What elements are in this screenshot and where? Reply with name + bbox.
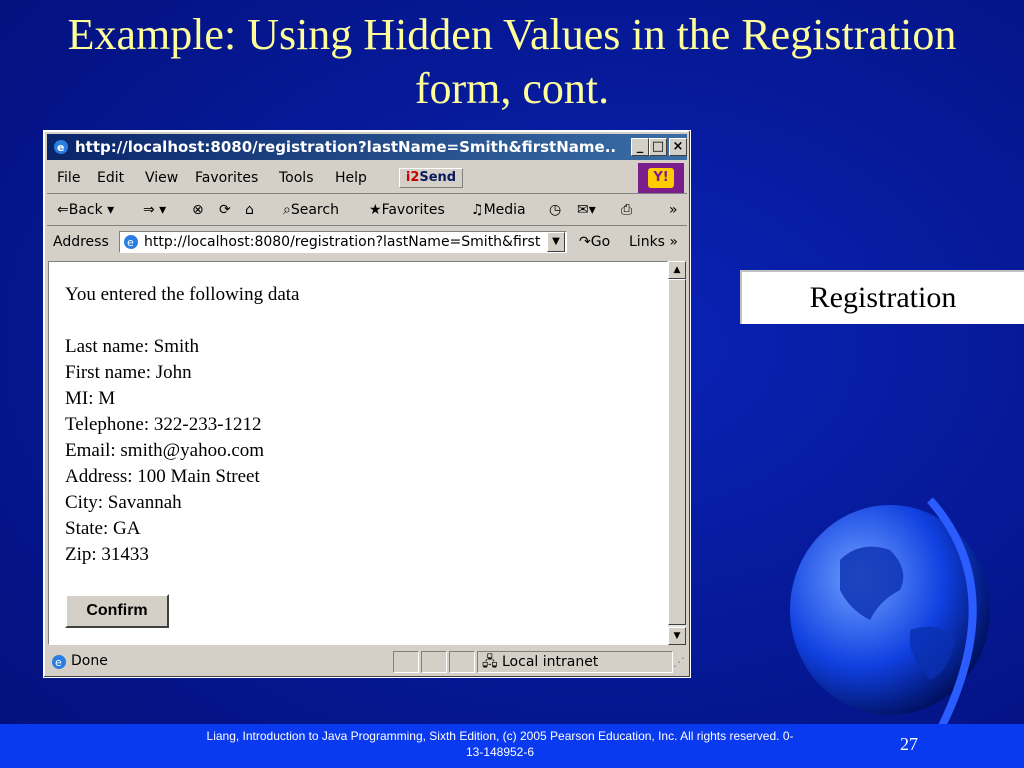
back-button[interactable]: ⇐Back ▾ — [57, 202, 114, 218]
refresh-icon[interactable]: ⟳ — [219, 202, 231, 218]
scroll-up-icon[interactable]: ▲ — [668, 261, 686, 279]
confirm-button[interactable]: Confirm — [65, 594, 169, 628]
media-icon: ♫ — [471, 202, 484, 218]
search-button[interactable]: ⌕Search — [283, 202, 339, 218]
toolbar: ⇐Back ▾ ⇒ ▾ ⊗ ⟳ ⌂ ⌕Search ★Favorites ♫Me… — [47, 195, 687, 226]
status-text: Done — [71, 653, 108, 669]
page-loaded-icon: e — [52, 655, 66, 669]
status-pane — [393, 651, 419, 673]
window-title: http://localhost:8080/registration?lastN… — [75, 138, 615, 156]
page-number: 27 — [900, 734, 918, 754]
back-arrow-icon: ⇐ — [57, 202, 69, 218]
scroll-thumb[interactable] — [668, 279, 686, 625]
intranet-icon: 🖧 — [482, 654, 498, 670]
yahoo-icon: Y! — [648, 168, 674, 188]
toolbar-more-icon[interactable]: » — [669, 202, 678, 218]
data-line-mi: MI: M — [65, 388, 116, 409]
vertical-scrollbar[interactable]: ▲ ▼ — [668, 261, 686, 645]
data-line-telephone: Telephone: 322-233-1212 — [65, 414, 262, 435]
menu-edit[interactable]: Edit — [97, 170, 124, 186]
yahoo-logo: Y! — [638, 163, 684, 193]
data-line-first-name: First name: John — [65, 362, 192, 383]
menu-view[interactable]: View — [145, 170, 178, 186]
status-text-cell: e Done — [47, 651, 391, 673]
resize-grip-icon[interactable]: ⋰ — [673, 655, 685, 669]
svg-text:e: e — [57, 141, 64, 154]
home-icon[interactable]: ⌂ — [245, 202, 254, 218]
data-line-email: Email: smith@yahoo.com — [65, 440, 265, 461]
registration-button[interactable]: Registration — [740, 270, 1024, 324]
data-line-state: State: GA — [65, 518, 141, 539]
browser-window: e http://localhost:8080/registration?las… — [43, 130, 691, 678]
close-button[interactable]: × — [669, 138, 687, 156]
window-titlebar[interactable]: e http://localhost:8080/registration?las… — [47, 134, 687, 160]
links-button[interactable]: Links » — [629, 234, 678, 250]
history-icon[interactable]: ◷ — [549, 202, 561, 218]
status-pane — [421, 651, 447, 673]
status-pane — [449, 651, 475, 673]
address-dropdown-icon[interactable]: ▼ — [547, 232, 565, 252]
data-line-city: City: Savannah — [65, 492, 182, 513]
menu-help[interactable]: Help — [335, 170, 367, 186]
page-heading: You entered the following data — [65, 284, 300, 305]
data-line-last-name: Last name: Smith — [65, 336, 200, 357]
go-icon: ↷ — [579, 234, 591, 250]
print-icon[interactable]: ⎙ — [621, 202, 632, 218]
i2send-button[interactable]: i2Send — [399, 168, 463, 188]
favorites-icon: ★ — [369, 202, 382, 218]
menu-bar: File Edit View Favorites Tools Help i2Se… — [47, 163, 687, 194]
address-input[interactable]: e http://localhost:8080/registration?las… — [119, 231, 567, 253]
globe-icon — [790, 497, 990, 749]
data-line-zip: Zip: 31433 — [65, 544, 149, 565]
address-label: Address — [53, 234, 109, 250]
menu-file[interactable]: File — [57, 170, 80, 186]
maximize-button[interactable]: □ — [649, 138, 667, 156]
footer-text: Liang, Introduction to Java Programming,… — [206, 729, 794, 759]
page-icon: e — [124, 235, 138, 249]
menu-favorites[interactable]: Favorites — [195, 170, 258, 186]
zone-text: Local intranet — [502, 654, 599, 670]
svg-text:e: e — [55, 656, 62, 669]
forward-button[interactable]: ⇒ ▾ — [143, 202, 166, 218]
search-icon: ⌕ — [283, 202, 291, 218]
footer-bar: Liang, Introduction to Java Programming,… — [0, 724, 1024, 768]
status-bar: e Done 🖧 Local intranet ⋰ — [47, 649, 687, 675]
data-line-address: Address: 100 Main Street — [65, 466, 260, 487]
media-button[interactable]: ♫Media — [471, 202, 526, 218]
zone-cell: 🖧 Local intranet — [477, 651, 673, 673]
go-button[interactable]: ↷Go — [579, 234, 610, 250]
menu-tools[interactable]: Tools — [279, 170, 314, 186]
page-body: You entered the following data Last name… — [65, 282, 299, 568]
address-bar: Address e http://localhost:8080/registra… — [47, 227, 687, 257]
minimize-button[interactable]: _ — [631, 138, 649, 156]
stop-icon[interactable]: ⊗ — [192, 202, 204, 218]
ie-icon: e — [54, 140, 68, 154]
svg-text:e: e — [127, 236, 134, 249]
address-text: http://localhost:8080/registration?lastN… — [144, 234, 541, 250]
slide-title: Example: Using Hidden Values in the Regi… — [67, 10, 957, 113]
scroll-down-icon[interactable]: ▼ — [668, 627, 686, 645]
favorites-button[interactable]: ★Favorites — [369, 202, 445, 218]
page-content: You entered the following data Last name… — [48, 261, 668, 645]
mail-icon[interactable]: ✉▾ — [577, 202, 596, 218]
